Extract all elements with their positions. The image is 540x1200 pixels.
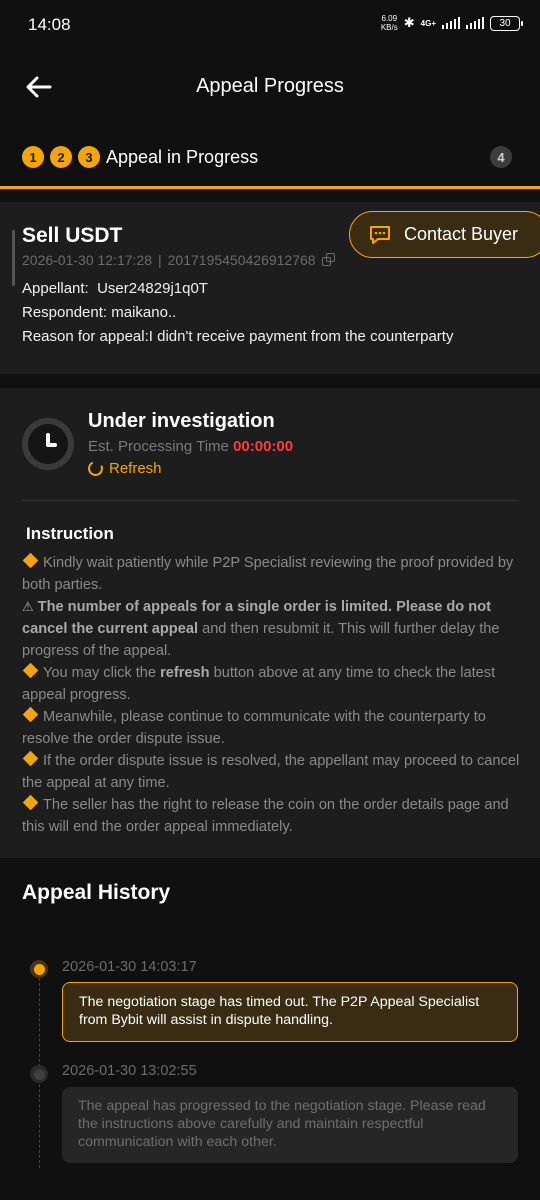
refresh-button[interactable]: Refresh xyxy=(85,458,162,479)
status-bar: 14:08 6.09 KB/s ✱ 4G+ 30 xyxy=(0,0,540,50)
appellant-value: User24829j1q0T xyxy=(97,280,208,297)
order-id: 2017195450426912768 xyxy=(167,252,316,268)
signal-icon xyxy=(442,17,460,29)
processing-timer: 00:00:00 xyxy=(233,438,294,455)
processing-time: Est. Processing Time 00:00:00 xyxy=(88,438,293,455)
copy-icon[interactable] xyxy=(321,253,336,267)
signal-icon-2 xyxy=(466,17,484,29)
network-type: 4G+ xyxy=(420,18,436,28)
bluetooth-icon: ✱ xyxy=(403,15,415,30)
current-step-label: Appeal in Progress xyxy=(106,146,259,167)
order-title: Sell USDT xyxy=(22,224,123,247)
reason-value: I didn't receive payment from the counte… xyxy=(148,328,454,345)
stepper-progress-line xyxy=(0,186,540,189)
step-2: 2 xyxy=(50,146,72,168)
respondent-value: maikano.. xyxy=(111,304,177,321)
refresh-label: Refresh xyxy=(109,460,162,477)
diamond-bullet-icon xyxy=(22,662,39,679)
contact-buyer-label: Contact Buyer xyxy=(404,224,519,244)
instruction-item-1: Kindly wait patiently while P2P Speciali… xyxy=(22,555,514,593)
page-title: Appeal Progress xyxy=(196,75,344,97)
scroll-indicator xyxy=(12,230,15,286)
investigation-title: Under investigation xyxy=(88,410,275,432)
history-event-time: 2026-01-30 14:03:17 xyxy=(62,959,197,975)
instruction-item-5: If the order dispute issue is resolved, … xyxy=(22,753,520,791)
diamond-bullet-icon xyxy=(22,552,39,569)
status-icons: 6.09 KB/s ✱ 4G+ 30 xyxy=(380,14,523,32)
reason-label: Reason for appeal: xyxy=(22,328,149,345)
header: Appeal Progress xyxy=(0,60,540,112)
status-time: 14:08 xyxy=(28,15,71,34)
investigation-card: Under investigation Est. Processing Time… xyxy=(0,388,540,858)
history-event-message: The negotiation stage has timed out. The… xyxy=(62,982,518,1042)
instruction-item-3-bold: refresh xyxy=(160,665,210,681)
instruction-item-3-pre: You may click the xyxy=(43,665,157,681)
net-speed: 6.09 KB/s xyxy=(380,14,398,32)
diamond-bullet-icon xyxy=(22,706,39,723)
contact-buyer-button[interactable]: Contact Buyer xyxy=(349,211,540,258)
appellant-label: Appellant: xyxy=(22,280,89,297)
processing-time-label: Est. Processing Time xyxy=(88,438,229,455)
diamond-bullet-icon xyxy=(22,794,39,811)
battery-icon: 30 xyxy=(490,15,523,31)
order-meta: 2026-01-30 12:17:28 | 201719545042691276… xyxy=(22,252,336,268)
refresh-icon xyxy=(85,458,106,479)
step-4: 4 xyxy=(490,146,512,168)
order-card: Sell USDT 2026-01-30 12:17:28 | 20171954… xyxy=(0,202,540,374)
timeline-dot-active xyxy=(30,960,48,978)
step-3: 3 xyxy=(78,146,100,168)
diamond-bullet-icon xyxy=(22,750,39,767)
progress-stepper: 1 2 3 Appeal in Progress 4 xyxy=(22,140,518,174)
history-event-time: 2026-01-30 13:02:55 xyxy=(62,1063,197,1079)
appellant-row: Appellant: User24829j1q0T xyxy=(22,280,208,297)
order-datetime: 2026-01-30 12:17:28 xyxy=(22,252,152,268)
step-1: 1 xyxy=(22,146,44,168)
reason-row: Reason for appeal:I didn't receive payme… xyxy=(22,328,453,345)
clock-icon xyxy=(22,418,74,470)
timeline-dot-past xyxy=(30,1065,48,1083)
respondent-label: Respondent: xyxy=(22,304,108,321)
order-meta-separator: | xyxy=(158,252,162,268)
warning-icon: ⚠ xyxy=(22,599,34,614)
instruction-item-6: The seller has the right to release the … xyxy=(22,797,509,835)
respondent-row: Respondent: maikano.. xyxy=(22,304,176,321)
divider xyxy=(22,500,518,501)
appeal-history-title: Appeal History xyxy=(22,881,171,904)
instruction-item-4: Meanwhile, please continue to communicat… xyxy=(22,709,486,747)
instruction-text: Kindly wait patiently while P2P Speciali… xyxy=(22,552,522,838)
instruction-title: Instruction xyxy=(26,524,114,543)
history-event-message: The appeal has progressed to the negotia… xyxy=(62,1087,518,1163)
chat-icon xyxy=(370,225,390,244)
